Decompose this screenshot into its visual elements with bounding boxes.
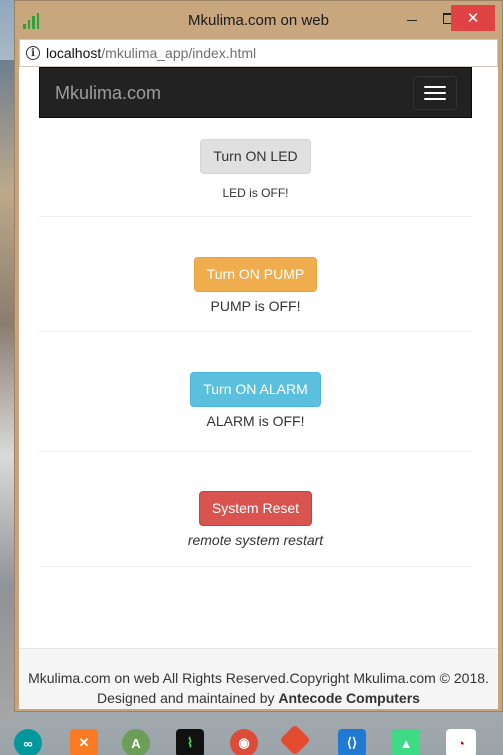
credits-prefix: Designed and maintained by — [97, 690, 279, 706]
android-studio-icon[interactable]: A — [122, 729, 150, 755]
led-control-section: Turn ON LED LED is OFF! — [39, 139, 472, 217]
address-bar[interactable]: i localhost/mkulima_app/index.html — [19, 39, 498, 67]
url-path: /mkulima_app/index.html — [101, 45, 257, 61]
app-icon[interactable]: ◔ — [446, 729, 476, 755]
desktop-background — [0, 60, 14, 720]
browser-window: Mkulima.com on web ✕ i localhost/mkulima… — [14, 0, 503, 712]
hamburger-bar — [424, 92, 446, 94]
alarm-control-section: Turn ON ALARM ALARM is OFF! — [39, 372, 472, 452]
git-icon[interactable] — [279, 724, 311, 755]
navbar-brand[interactable]: Mkulima.com — [55, 83, 161, 104]
hamburger-bar — [424, 86, 446, 88]
credits-text: Designed and maintained by Antecode Comp… — [19, 688, 498, 708]
xampp-icon[interactable]: ✕ — [70, 729, 98, 755]
page-footer: Mkulima.com on web All Rights Reserved.C… — [19, 648, 498, 709]
close-button[interactable]: ✕ — [451, 5, 495, 31]
info-icon[interactable]: i — [26, 46, 40, 60]
menu-toggle-button[interactable] — [413, 76, 457, 110]
vscode-icon[interactable]: ⟨⟩ — [338, 729, 366, 755]
navbar: Mkulima.com — [39, 67, 472, 118]
credits-company: Antecode Computers — [278, 690, 420, 706]
turn-on-led-button[interactable]: Turn ON LED — [200, 139, 311, 174]
android-device-icon[interactable]: ▲ — [392, 729, 420, 755]
reset-control-section: System Reset remote system restart — [39, 491, 472, 567]
page-viewport: Mkulima.com Turn ON LED LED is OFF! Turn… — [19, 67, 498, 709]
led-status: LED is OFF! — [222, 185, 289, 200]
hamburger-bar — [424, 98, 446, 100]
monitor-app-icon[interactable]: ⌇ — [176, 729, 204, 755]
close-icon: ✕ — [466, 10, 480, 27]
system-reset-button[interactable]: System Reset — [198, 491, 313, 526]
title-bar[interactable]: Mkulima.com on web ✕ — [15, 1, 502, 39]
minimize-button[interactable] — [395, 5, 429, 31]
reset-description: remote system restart — [187, 531, 324, 548]
chrome-icon[interactable]: ◉ — [230, 729, 258, 755]
turn-on-pump-button[interactable]: Turn ON PUMP — [193, 257, 318, 292]
taskbar: ∞ ✕ A ⌇ ◉ ⟨⟩ ▲ ◔ — [0, 721, 503, 755]
arduino-icon[interactable]: ∞ — [14, 729, 42, 755]
pump-status: PUMP is OFF! — [210, 297, 301, 314]
copyright-text: Mkulima.com on web All Rights Reserved.C… — [28, 670, 489, 686]
turn-on-alarm-button[interactable]: Turn ON ALARM — [190, 372, 321, 407]
pump-control-section: Turn ON PUMP PUMP is OFF! — [39, 257, 472, 332]
alarm-status: ALARM is OFF! — [206, 412, 305, 429]
url-host: localhost — [46, 45, 102, 61]
